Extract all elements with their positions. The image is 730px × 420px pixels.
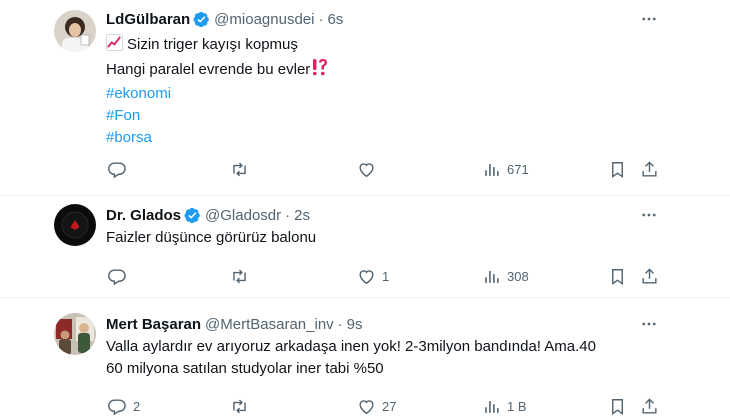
tweet-line: Valla aylardır ev arıyoruz arkadaşa inen… xyxy=(106,338,596,355)
bookmark-button[interactable] xyxy=(608,264,627,288)
tweet-header: Dr. Glados @Gladosdr · 2s xyxy=(106,205,670,225)
tweet-header: Mert Başaran @MertBasaran_inv · 9s xyxy=(106,314,670,334)
tweet-line: Sizin triger kayışı kopmuş xyxy=(127,36,298,53)
action-bar: 2 27 1 B xyxy=(104,394,664,418)
reply-button[interactable] xyxy=(108,264,133,288)
views-icon xyxy=(485,270,499,283)
author-handle[interactable]: @MertBasaran_inv xyxy=(205,316,334,333)
action-bar: 671 xyxy=(104,157,664,181)
bookmark-button[interactable] xyxy=(608,394,627,418)
chart-emoji-icon xyxy=(106,34,123,58)
tweet-line: Faizler düşünce görürüz balonu xyxy=(106,229,317,246)
tweet-time[interactable]: 2s xyxy=(294,207,310,224)
views-button[interactable]: 671 xyxy=(482,157,529,181)
tweet-time[interactable]: 9s xyxy=(347,316,363,333)
verified-icon xyxy=(193,11,210,28)
views-count: 1 B xyxy=(507,398,527,414)
hashtag-link[interactable]: #ekonomi xyxy=(106,83,670,105)
share-icon xyxy=(642,397,657,414)
avatar[interactable] xyxy=(54,10,96,52)
tweet[interactable]: LdGülbaran @mioagnusdei · 6s Sizin trige… xyxy=(0,0,730,196)
share-icon xyxy=(642,160,657,177)
like-count: 27 xyxy=(382,398,397,414)
tweet-line: 60 milyona satılan studyolar iner tabi %… xyxy=(106,360,384,377)
tweet-text: Faizler düşünce görürüz balonu xyxy=(106,227,670,249)
retweet-icon xyxy=(233,269,246,283)
tweet-header: LdGülbaran @mioagnusdei · 6s xyxy=(106,9,670,29)
tweet[interactable]: Mert Başaran @MertBasaran_inv · 9s Valla… xyxy=(0,298,730,420)
views-icon xyxy=(485,400,499,413)
like-icon xyxy=(359,269,374,284)
tweet[interactable]: Dr. Glados @Gladosdr · 2s Faizler düşünc… xyxy=(0,196,730,298)
bookmark-icon xyxy=(612,161,623,178)
retweet-icon xyxy=(233,399,246,413)
avatar[interactable] xyxy=(54,204,96,246)
views-count: 671 xyxy=(507,161,529,177)
author-name[interactable]: Dr. Glados xyxy=(106,207,181,224)
retweet-icon xyxy=(233,162,246,176)
share-button[interactable] xyxy=(640,394,659,418)
retweet-button[interactable] xyxy=(230,264,255,288)
reply-icon xyxy=(108,268,126,285)
reply-button[interactable] xyxy=(108,157,133,181)
bookmark-button[interactable] xyxy=(608,157,627,181)
verified-icon xyxy=(184,207,201,224)
tweet-text: Sizin triger kayışı kopmuş Hangi paralel… xyxy=(106,34,670,149)
more-icon[interactable] xyxy=(638,9,660,29)
reply-button[interactable]: 2 xyxy=(108,394,140,418)
like-button[interactable] xyxy=(357,157,382,181)
like-button[interactable]: 1 xyxy=(357,264,389,288)
hashtag-link[interactable]: #borsa xyxy=(106,127,670,149)
action-bar: 1 308 xyxy=(104,264,664,288)
retweet-button[interactable] xyxy=(230,157,255,181)
views-button[interactable]: 308 xyxy=(482,264,529,288)
tweet-time[interactable]: 6s xyxy=(327,11,343,28)
exclamation-question-emoji-icon xyxy=(312,58,328,83)
views-button[interactable]: 1 B xyxy=(482,394,527,418)
share-icon xyxy=(642,267,657,284)
more-icon[interactable] xyxy=(638,205,660,225)
author-handle[interactable]: @mioagnusdei xyxy=(214,11,314,28)
like-icon xyxy=(359,162,374,177)
separator-dot: · xyxy=(285,206,291,224)
separator-dot: · xyxy=(337,315,343,333)
author-name[interactable]: Mert Başaran xyxy=(106,316,201,333)
share-button[interactable] xyxy=(640,264,659,288)
avatar[interactable] xyxy=(54,313,96,355)
tweet-line: Hangi paralel evrende bu evler xyxy=(106,61,311,78)
like-icon xyxy=(359,399,374,414)
reply-icon xyxy=(108,398,126,415)
separator-dot: · xyxy=(318,10,324,28)
reply-count: 2 xyxy=(133,398,141,414)
bookmark-icon xyxy=(612,268,623,285)
timeline-feed: LdGülbaran @mioagnusdei · 6s Sizin trige… xyxy=(0,0,730,420)
like-button[interactable]: 27 xyxy=(357,394,396,418)
tweet-text: Valla aylardır ev arıyoruz arkadaşa inen… xyxy=(106,336,670,380)
retweet-button[interactable] xyxy=(230,394,255,418)
hashtag-link[interactable]: #Fon xyxy=(106,105,670,127)
author-handle[interactable]: @Gladosdr xyxy=(205,207,281,224)
bookmark-icon xyxy=(612,398,623,415)
author-name[interactable]: LdGülbaran xyxy=(106,11,190,28)
views-count: 308 xyxy=(507,268,529,284)
views-icon xyxy=(485,163,499,176)
share-button[interactable] xyxy=(640,157,659,181)
more-icon[interactable] xyxy=(638,314,660,334)
like-count: 1 xyxy=(382,268,390,284)
reply-icon xyxy=(108,161,126,178)
